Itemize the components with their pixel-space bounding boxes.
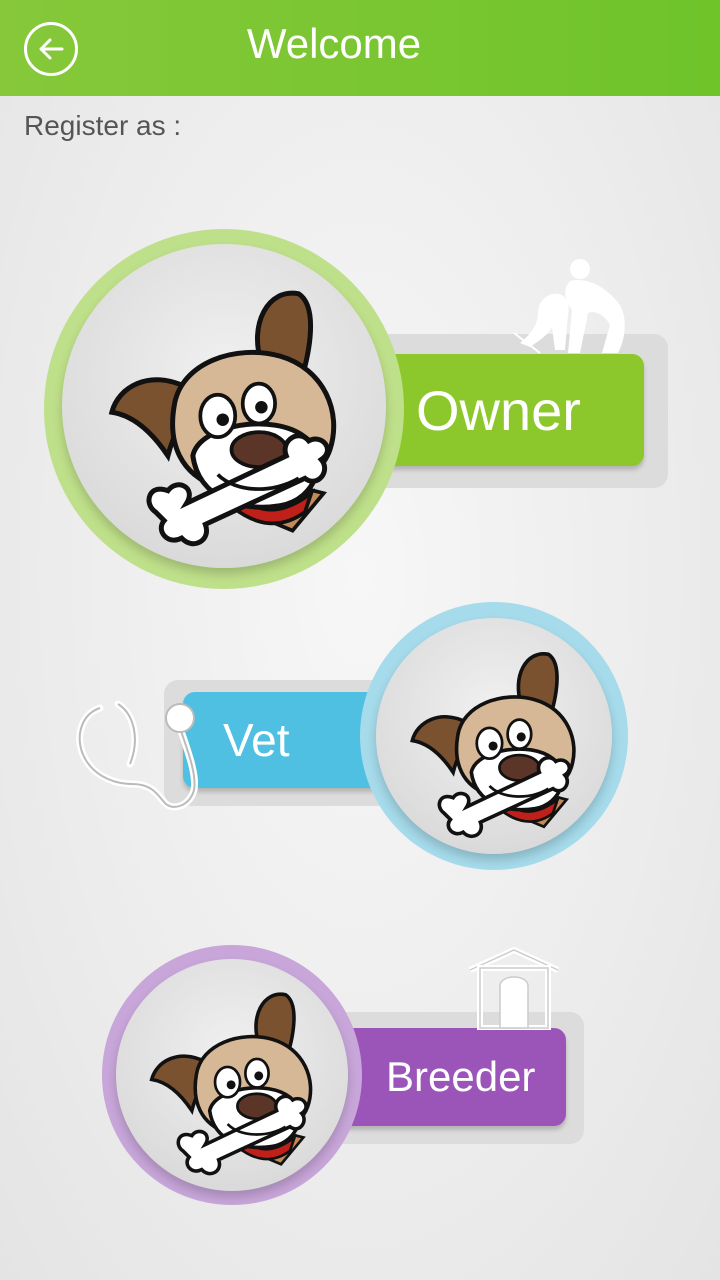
dog-icon [410,651,576,839]
owner-button[interactable]: Owner [362,354,644,466]
owner-with-dog-icon [513,259,625,354]
app-bar: Welcome [0,0,720,96]
vet-label: Vet [223,714,290,766]
stethoscope-icon [76,700,199,811]
breeder-label: Breeder [386,1053,536,1100]
dog-house-icon [468,947,560,1030]
breeder-avatar [116,959,348,1191]
vet-avatar [376,618,612,854]
dog-icon [62,244,386,568]
owner-avatar [62,244,386,568]
owner-label: Owner [416,378,581,442]
register-as-label: Register as : [24,110,182,141]
dog-icon [149,992,313,1176]
page-title: Welcome [246,20,422,67]
